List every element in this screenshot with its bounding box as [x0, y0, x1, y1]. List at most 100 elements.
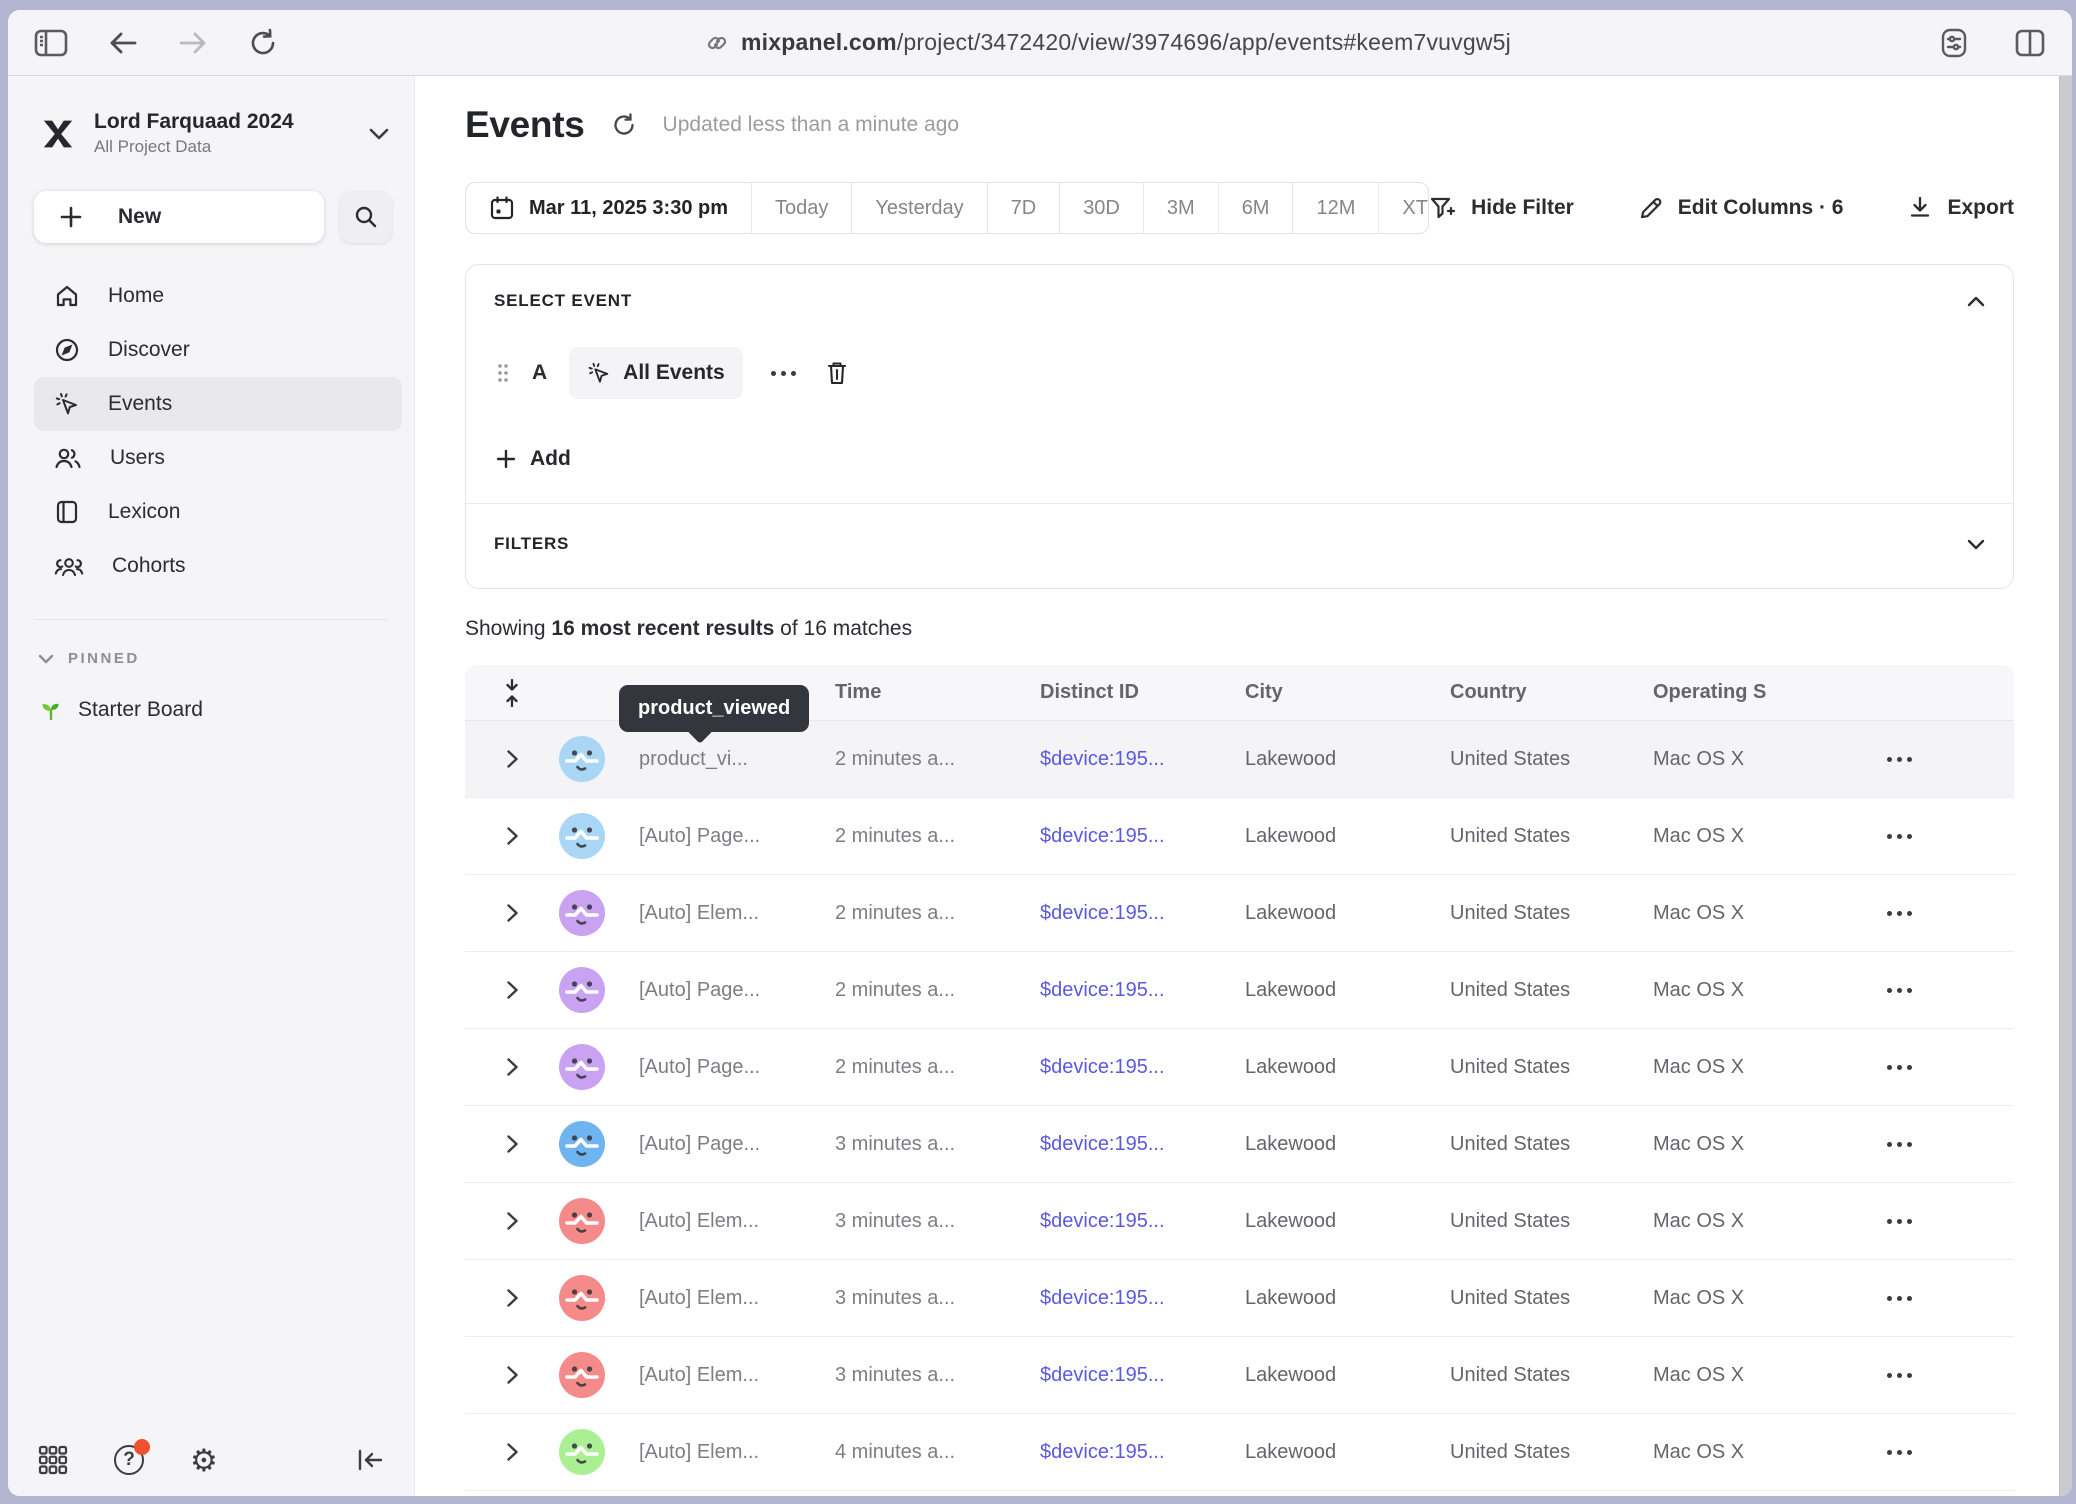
- event-city: Lakewood: [1245, 979, 1450, 1002]
- book-icon: [54, 499, 80, 525]
- event-selector-pill[interactable]: All Events: [569, 347, 743, 399]
- row-actions-icon[interactable]: [1879, 1288, 1920, 1309]
- table-row[interactable]: [Auto] Elem... 3 minutes a... $device:19…: [465, 1260, 2014, 1337]
- hide-filter-button[interactable]: Hide Filter: [1429, 195, 1574, 221]
- row-actions-icon[interactable]: [1879, 980, 1920, 1001]
- preset-30d[interactable]: 30D: [1059, 183, 1143, 233]
- column-header-country[interactable]: Country: [1450, 681, 1653, 704]
- expand-row-icon[interactable]: [500, 1051, 525, 1083]
- expand-row-icon[interactable]: [500, 974, 525, 1006]
- expand-row-icon[interactable]: [500, 897, 525, 929]
- export-button[interactable]: Export: [1907, 195, 2014, 221]
- settings-gear-icon[interactable]: [190, 1445, 218, 1476]
- sidebar-item-starter-board[interactable]: Starter Board: [38, 697, 414, 723]
- new-button[interactable]: New: [34, 191, 324, 243]
- collapse-sidebar-icon[interactable]: [356, 1448, 384, 1472]
- row-actions-icon[interactable]: [1879, 749, 1920, 770]
- sidebar-item-users[interactable]: Users: [34, 431, 402, 485]
- distinct-id-link[interactable]: $device:195...: [1040, 902, 1245, 925]
- row-actions-icon[interactable]: [1879, 903, 1920, 924]
- expand-section-icon[interactable]: [1967, 539, 1985, 550]
- table-row[interactable]: [Auto] Page... 2 minutes a... $device:19…: [465, 1029, 2014, 1106]
- collapse-section-icon[interactable]: [1967, 296, 1985, 307]
- apps-grid-icon[interactable]: [38, 1445, 68, 1475]
- row-actions-icon[interactable]: [1879, 1211, 1920, 1232]
- edit-columns-button[interactable]: Edit Columns · 6: [1638, 195, 1844, 221]
- table-row[interactable]: [Auto] Elem... 4 minutes a... $device:19…: [465, 1414, 2014, 1491]
- expand-row-icon[interactable]: [500, 743, 525, 775]
- row-actions-icon[interactable]: [1879, 826, 1920, 847]
- column-header-distinct-id[interactable]: Distinct ID: [1040, 681, 1245, 704]
- pinned-section-toggle[interactable]: PINNED: [38, 650, 414, 667]
- row-actions-icon[interactable]: [1879, 1057, 1920, 1078]
- distinct-id-link[interactable]: $device:195...: [1040, 1364, 1245, 1387]
- cohorts-icon: [54, 554, 84, 578]
- table-row[interactable]: [Auto] Page... 2 minutes a... $device:19…: [465, 952, 2014, 1029]
- project-switcher[interactable]: Lord Farquaad 2024 All Project Data: [8, 76, 414, 157]
- row-actions-icon[interactable]: [1879, 1134, 1920, 1155]
- preset-xtd[interactable]: XTD: [1378, 183, 1429, 233]
- distinct-id-link[interactable]: $device:195...: [1040, 979, 1245, 1002]
- expand-row-icon[interactable]: [500, 1282, 525, 1314]
- table-row[interactable]: [Auto] Page... 3 minutes a... $device:19…: [465, 1106, 2014, 1183]
- split-view-icon[interactable]: [2014, 29, 2046, 57]
- plus-icon: [496, 449, 516, 469]
- page-settings-icon[interactable]: [1938, 28, 1970, 58]
- event-name: [Auto] Page...: [639, 1056, 835, 1079]
- preset-yesterday[interactable]: Yesterday: [851, 183, 986, 233]
- back-icon[interactable]: [108, 30, 138, 56]
- expand-row-icon[interactable]: [500, 820, 525, 852]
- table-row[interactable]: [Auto] Page... 2 minutes a... $device:19…: [465, 798, 2014, 875]
- sidebar-item-home[interactable]: Home: [34, 269, 402, 323]
- reload-icon[interactable]: [248, 28, 278, 58]
- preset-3m[interactable]: 3M: [1143, 183, 1218, 233]
- url-bar[interactable]: mixpanel.com/project/3472420/view/397469…: [278, 29, 1938, 56]
- expand-row-icon[interactable]: [500, 1128, 525, 1160]
- distinct-id-link[interactable]: $device:195...: [1040, 1056, 1245, 1079]
- expand-row-icon[interactable]: [500, 1359, 525, 1391]
- event-time: 2 minutes a...: [835, 825, 1040, 848]
- distinct-id-link[interactable]: $device:195...: [1040, 825, 1245, 848]
- row-actions-icon[interactable]: [1879, 1442, 1920, 1463]
- sidebar-item-discover[interactable]: Discover: [34, 323, 402, 377]
- calendar-icon: [489, 195, 515, 221]
- table-row[interactable]: [465, 1491, 2014, 1496]
- expand-row-icon[interactable]: [500, 1436, 525, 1468]
- distinct-id-link[interactable]: $device:195...: [1040, 748, 1245, 771]
- search-button[interactable]: [340, 191, 392, 243]
- distinct-id-link[interactable]: $device:195...: [1040, 1441, 1245, 1464]
- table-row[interactable]: [Auto] Elem... 3 minutes a... $device:19…: [465, 1337, 2014, 1414]
- collapse-rows-icon[interactable]: [502, 678, 522, 708]
- date-picker[interactable]: Mar 11, 2025 3:30 pm: [466, 183, 751, 233]
- event-avatar: [559, 1429, 605, 1475]
- sidebar-item-events[interactable]: Events: [34, 377, 402, 431]
- distinct-id-link[interactable]: $device:195...: [1040, 1133, 1245, 1156]
- distinct-id-link[interactable]: $device:195...: [1040, 1210, 1245, 1233]
- expand-row-icon[interactable]: [500, 1205, 525, 1237]
- preset-6m[interactable]: 6M: [1218, 183, 1293, 233]
- event-options-icon[interactable]: [765, 365, 802, 382]
- drag-handle-icon[interactable]: [496, 362, 510, 384]
- column-header-os[interactable]: Operating S: [1653, 681, 1853, 704]
- table-row[interactable]: [Auto] Elem... 2 minutes a... $device:19…: [465, 875, 2014, 952]
- sidebar-item-lexicon[interactable]: Lexicon: [34, 485, 402, 539]
- trash-icon[interactable]: [824, 359, 850, 387]
- forward-icon[interactable]: [178, 30, 208, 56]
- notification-badge: [134, 1439, 150, 1455]
- events-table-body: product_vi... 2 minutes a... $device:195…: [465, 721, 2014, 1496]
- column-header-time[interactable]: Time: [835, 681, 1040, 704]
- event-time: 3 minutes a...: [835, 1210, 1040, 1233]
- preset-12m[interactable]: 12M: [1292, 183, 1378, 233]
- table-row[interactable]: [Auto] Elem... 3 minutes a... $device:19…: [465, 1183, 2014, 1260]
- add-event-button[interactable]: Add: [496, 447, 571, 471]
- preset-7d[interactable]: 7D: [987, 183, 1060, 233]
- sidebar-item-cohorts[interactable]: Cohorts: [34, 539, 402, 593]
- distinct-id-link[interactable]: $device:195...: [1040, 1287, 1245, 1310]
- scrollbar[interactable]: [2059, 76, 2072, 1496]
- row-actions-icon[interactable]: [1879, 1365, 1920, 1386]
- column-header-city[interactable]: City: [1245, 681, 1450, 704]
- browser-sidebar-toggle-icon[interactable]: [34, 29, 68, 57]
- event-time: 2 minutes a...: [835, 1056, 1040, 1079]
- refresh-icon[interactable]: [611, 112, 637, 138]
- preset-today[interactable]: Today: [751, 183, 851, 233]
